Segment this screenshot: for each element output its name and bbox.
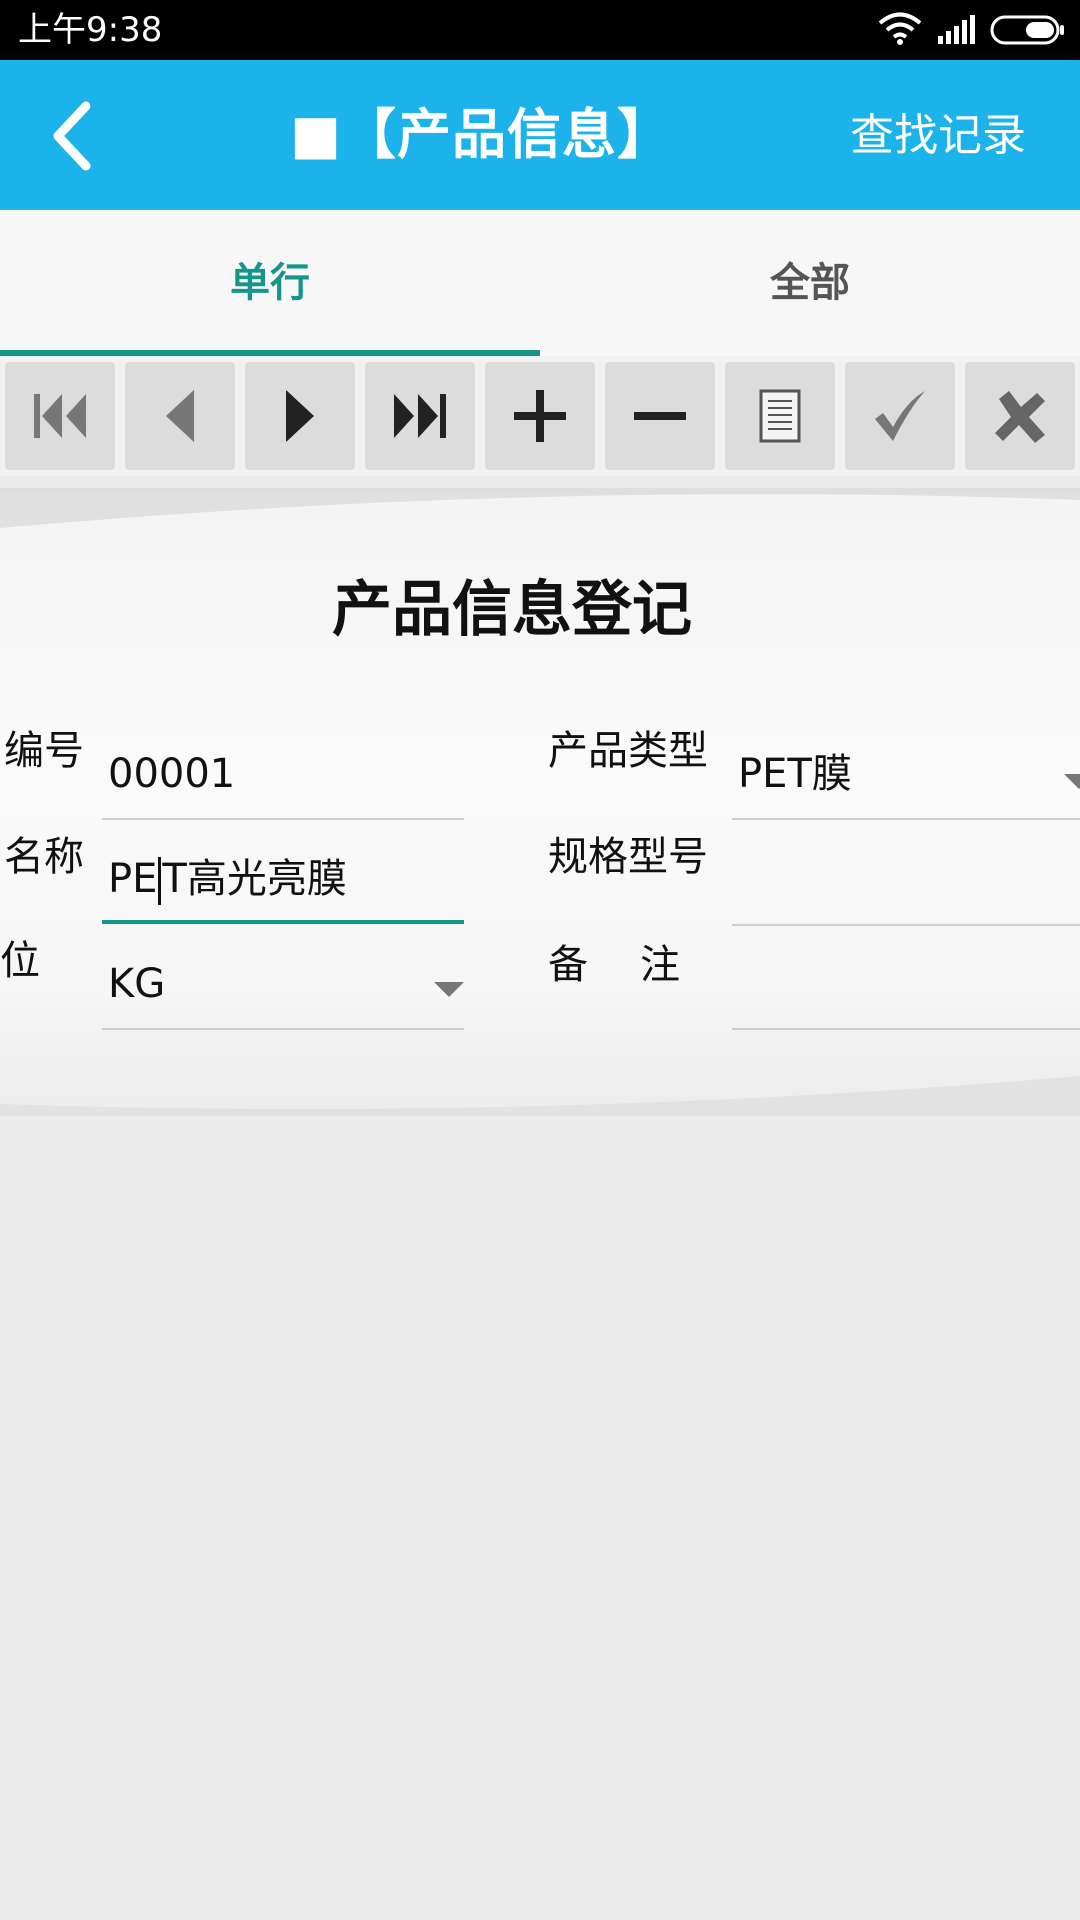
product-type-select[interactable]: PET膜: [732, 744, 1080, 804]
remove-icon: [634, 412, 686, 420]
status-time: 上午9:38: [18, 10, 163, 50]
previous-record-button[interactable]: [125, 362, 235, 470]
code-field[interactable]: 00001: [102, 744, 462, 804]
code-field-underline: [102, 818, 464, 820]
code-label: 编号: [4, 728, 84, 774]
unit-underline: [102, 1028, 464, 1030]
name-field[interactable]: PE T高光亮膜: [102, 849, 462, 909]
name-field-underline-active: [102, 920, 464, 924]
app-bar: ■【产品信息】 查找记录: [0, 60, 1080, 210]
name-label: 名称: [4, 834, 84, 880]
first-record-icon: [34, 394, 86, 438]
remove-record-button[interactable]: [605, 362, 715, 470]
find-records-button[interactable]: 查找记录: [850, 106, 1026, 166]
product-type-underline: [732, 818, 1080, 820]
document-button[interactable]: [725, 362, 835, 470]
text-caret: [158, 857, 162, 905]
name-value-before-caret: PE: [108, 856, 158, 902]
product-form: 产品信息登记 编号 00001 产品类型 PET膜 名称 PE T高光亮膜 规格型…: [0, 494, 1080, 1114]
first-record-button[interactable]: [5, 362, 115, 470]
last-record-icon: [394, 394, 446, 438]
tab-all[interactable]: 全部: [540, 210, 1080, 356]
page-title: ■【产品信息】: [290, 103, 673, 166]
signal-icon: [936, 14, 980, 48]
spec-model-label: 规格型号: [548, 834, 708, 880]
unit-select[interactable]: KG: [102, 954, 402, 1014]
product-type-dropdown-arrow-icon[interactable]: [1064, 774, 1080, 789]
last-record-button[interactable]: [365, 362, 475, 470]
card-bottom-curve: [0, 1076, 1080, 1114]
record-toolbar: [0, 356, 1080, 476]
battery-icon: [990, 15, 1066, 49]
spec-model-underline: [732, 924, 1080, 926]
spec-model-field[interactable]: [732, 849, 1080, 909]
card-top-curve: [0, 494, 1080, 528]
cancel-button[interactable]: [965, 362, 1075, 470]
add-record-button[interactable]: [485, 362, 595, 470]
cancel-x-icon: [995, 391, 1045, 443]
next-record-button[interactable]: [245, 362, 355, 470]
name-value-after-caret: T高光亮膜: [162, 856, 347, 902]
chevron-left-icon: [53, 101, 91, 171]
status-bar: 上午9:38: [0, 0, 1080, 60]
tab-bar: 单行 全部: [0, 210, 1080, 356]
product-type-label: 产品类型: [548, 728, 708, 774]
tab-single-row[interactable]: 单行: [0, 210, 540, 356]
confirm-button[interactable]: [845, 362, 955, 470]
previous-record-icon: [166, 390, 194, 442]
remark-field[interactable]: [732, 954, 1080, 1014]
add-icon: [514, 390, 566, 442]
document-icon: [759, 389, 801, 443]
remark-label: 备 注: [548, 942, 686, 988]
wifi-icon: [878, 12, 922, 50]
next-record-icon: [286, 390, 314, 442]
form-title: 产品信息登记: [332, 575, 692, 645]
confirm-check-icon: [875, 391, 925, 441]
back-button[interactable]: [46, 98, 102, 174]
unit-label: 位: [0, 938, 40, 984]
remark-underline: [732, 1028, 1080, 1030]
unit-dropdown-arrow-icon[interactable]: [434, 982, 464, 997]
form-bottom-divider: [0, 1112, 1080, 1116]
